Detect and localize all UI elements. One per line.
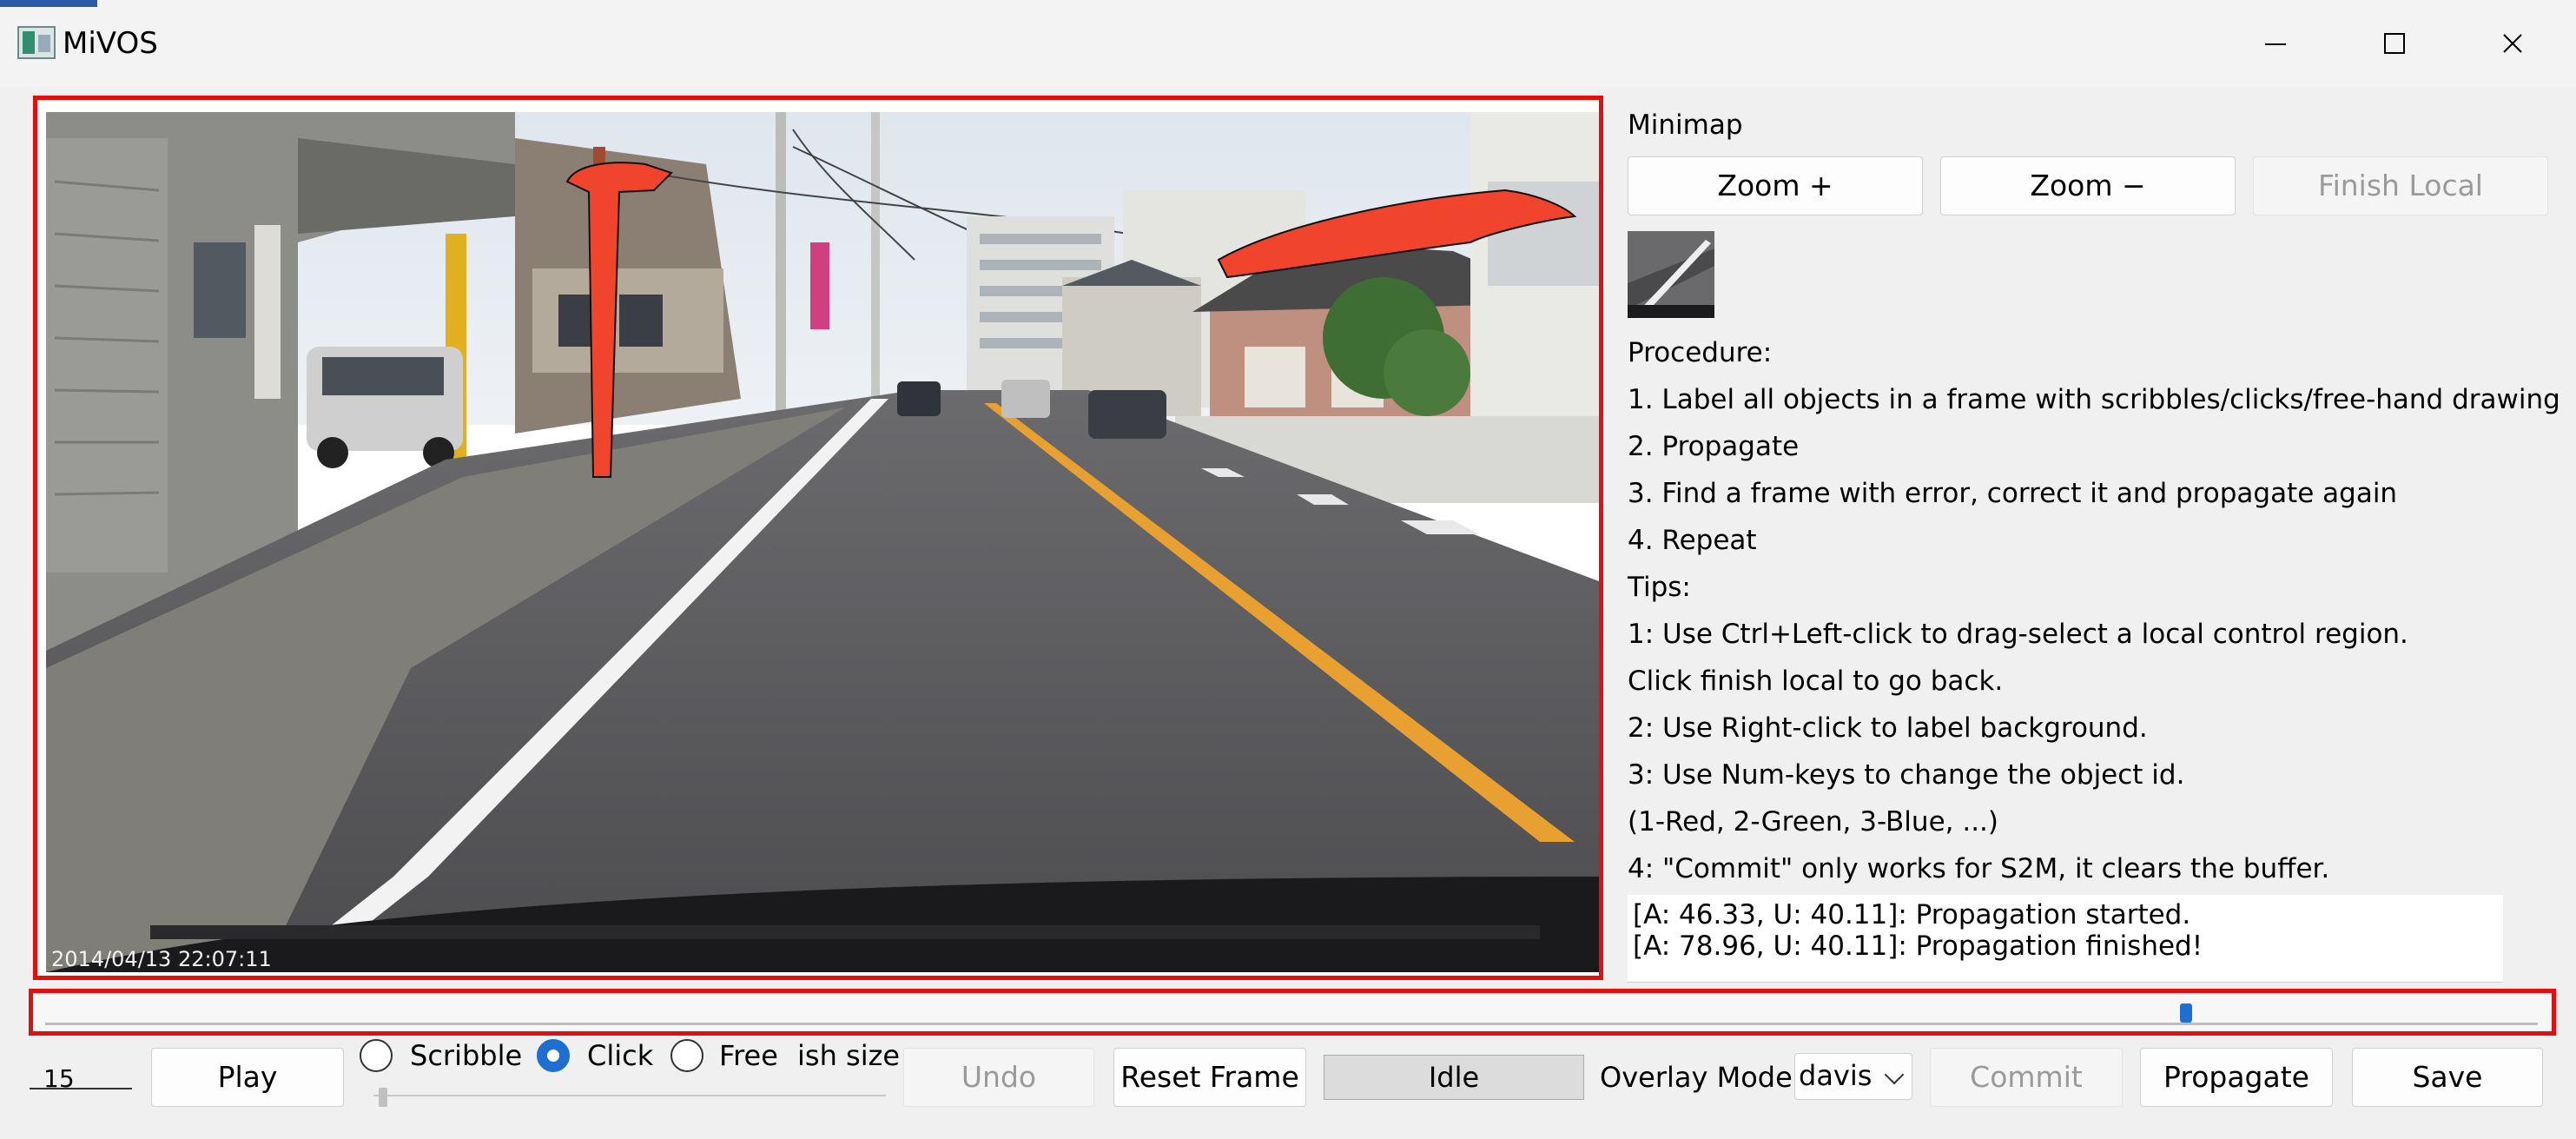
- commit-button[interactable]: Commit: [1930, 1048, 2123, 1107]
- video-frame-image[interactable]: 2014/04/13 22:07:11: [46, 112, 1599, 972]
- tip-line: 4: "Commit" only works for S2M, it clear…: [1628, 853, 2330, 884]
- play-button[interactable]: Play: [151, 1048, 344, 1107]
- minimap-label: Minimap: [1628, 109, 1743, 141]
- taskbar-corner-strip: [0, 0, 97, 7]
- console-log[interactable]: [A: 46.33, U: 40.11]: Propagation starte…: [1628, 895, 2503, 983]
- click-radio[interactable]: [537, 1039, 570, 1072]
- timeline-track: [45, 1023, 2538, 1025]
- overlay-mode-select[interactable]: davis: [1794, 1053, 1912, 1100]
- tip-line: 3: Use Num-keys to change the object id.: [1628, 759, 2185, 791]
- tip-line: 2: Use Right-click to label background.: [1628, 712, 2148, 744]
- maximize-button[interactable]: [2342, 17, 2447, 70]
- brush-size-handle[interactable]: [379, 1088, 387, 1107]
- save-button[interactable]: Save: [2352, 1048, 2543, 1107]
- scribble-label: Scribble: [410, 1039, 523, 1072]
- click-label: Click: [587, 1039, 654, 1072]
- minimap-thumbnail[interactable]: [1628, 231, 1714, 318]
- video-canvas[interactable]: 2014/04/13 22:07:11: [33, 96, 1603, 980]
- procedure-heading: Procedure:: [1628, 337, 1773, 368]
- close-icon: [2503, 34, 2522, 53]
- frame-number: 15: [30, 1060, 132, 1093]
- video-timestamp: 2014/04/13 22:07:11: [51, 947, 272, 971]
- title-bar: MiVOS: [0, 0, 2576, 87]
- brush-size-label: ish size: [797, 1039, 901, 1072]
- frame-timeline-slider[interactable]: [29, 989, 2556, 1036]
- reset-frame-button[interactable]: Reset Frame: [1113, 1048, 1306, 1107]
- propagate-button[interactable]: Propagate: [2140, 1048, 2333, 1107]
- procedure-step: 2. Propagate: [1628, 431, 1800, 462]
- finish-local-button[interactable]: Finish Local: [2253, 156, 2548, 215]
- procedure-step: 1. Label all objects in a frame with scr…: [1628, 384, 2560, 415]
- timeline-handle[interactable]: [2179, 1003, 2192, 1023]
- brush-size-slider[interactable]: [373, 1095, 886, 1096]
- free-radio[interactable]: [670, 1039, 703, 1072]
- tip-line: Click finish local to go back.: [1628, 666, 2004, 697]
- undo-button[interactable]: Undo: [903, 1048, 1094, 1107]
- zoom-out-button[interactable]: Zoom −: [1940, 156, 2236, 215]
- status-indicator: Idle: [1324, 1055, 1584, 1100]
- app-icon: [17, 26, 56, 59]
- overlay-mode-value: davis: [1799, 1059, 1873, 1092]
- procedure-step: 3. Find a frame with error, correct it a…: [1628, 478, 2398, 509]
- close-button[interactable]: [2460, 17, 2565, 70]
- minimap-image: [1628, 231, 1714, 318]
- overlay-mode-label: Overlay Mode: [1600, 1061, 1793, 1094]
- log-line: [A: 78.96, U: 40.11]: Propagation finish…: [1633, 930, 2203, 962]
- scribble-radio[interactable]: [360, 1039, 393, 1072]
- free-label: Free: [719, 1039, 778, 1072]
- chevron-down-icon: [1884, 1064, 1905, 1085]
- minimize-button[interactable]: [2223, 17, 2328, 70]
- log-line: [A: 46.33, U: 40.11]: Propagation starte…: [1633, 899, 2191, 930]
- tips-heading: Tips:: [1628, 572, 1691, 603]
- zoom-in-button[interactable]: Zoom +: [1628, 156, 1923, 215]
- tip-line: 1: Use Ctrl+Left-click to drag-select a …: [1628, 619, 2408, 650]
- procedure-step: 4. Repeat: [1628, 525, 1757, 556]
- tip-line: (1-Red, 2-Green, 3-Blue, ...): [1628, 806, 1999, 838]
- window-title: MiVOS: [63, 26, 158, 61]
